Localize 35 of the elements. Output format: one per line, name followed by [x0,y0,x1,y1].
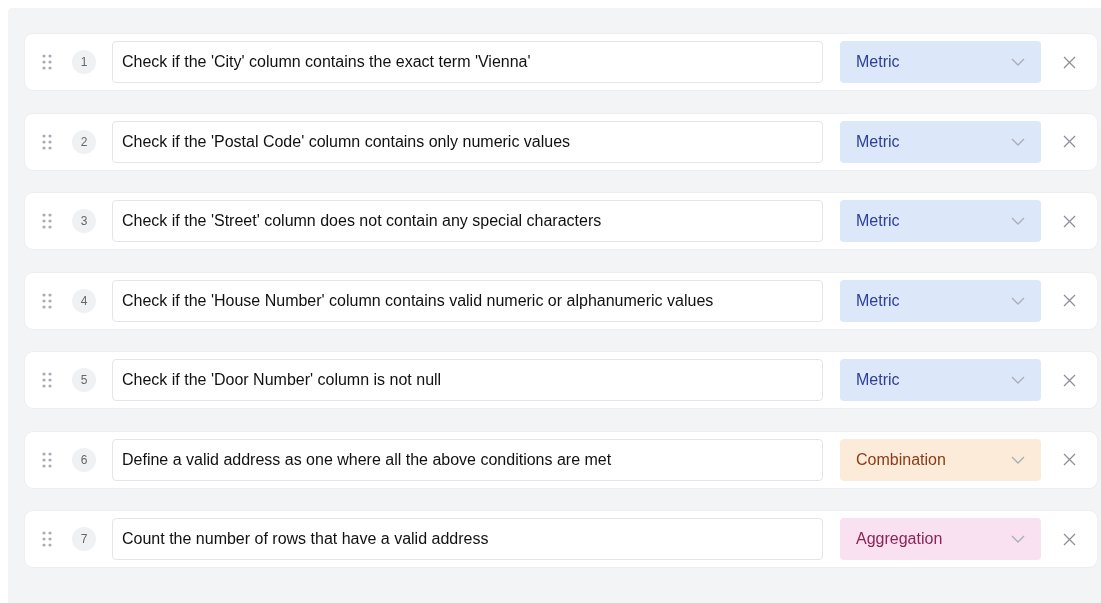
step-number: 6 [72,447,96,472]
type-dropdown[interactable]: Metric [840,279,1041,322]
step-input-field[interactable]: Check if the 'Street' column does not contain any special characters [112,200,823,242]
step-number: 3 [72,209,96,233]
drag-handle-icon[interactable] [42,451,52,468]
chevron-down-icon [1011,376,1025,384]
step-input-field[interactable]: Check if the 'City' column contains the exact term 'Vienna' [112,41,823,83]
drag-handle-icon[interactable] [42,213,52,229]
chevron-down-icon [1011,296,1025,305]
drag-handle-icon[interactable] [42,372,52,388]
step-input-field[interactable]: Define a valid address as one where all the above conditions are met [112,438,823,481]
step-input-field[interactable]: Check if the 'Postal Code' column contains only numeric values [112,120,823,163]
step-input-field[interactable]: Check if the 'House Number' column contains valid numeric or alphanumeric values [112,279,823,322]
step-number: 5 [72,368,96,392]
drag-handle-icon[interactable] [42,531,52,547]
type-dropdown[interactable]: Metric [840,200,1041,242]
step-input-field[interactable]: Check if the 'Door Number' column is not null [112,359,823,401]
type-dropdown[interactable]: Aggregation [840,518,1041,560]
step-number: 7 [72,527,96,551]
type-dropdown[interactable]: Combination [840,438,1041,481]
type-dropdown[interactable]: Metric [840,41,1041,83]
chevron-down-icon [1011,535,1025,543]
type-dropdown[interactable]: Metric [840,120,1041,163]
type-dropdown[interactable]: Metric [840,359,1041,401]
step-number: 1 [72,50,96,74]
step-number: 2 [72,129,96,154]
step-input-field[interactable]: Count the number of rows that have a valid address [112,518,823,560]
drag-handle-icon[interactable] [42,133,52,150]
drag-handle-icon[interactable] [42,54,52,70]
step-number: 4 [72,288,96,313]
chevron-down-icon [1011,455,1025,464]
chevron-down-icon [1011,217,1025,225]
chevron-down-icon [1011,58,1025,66]
chevron-down-icon [1011,137,1025,146]
drag-handle-icon[interactable] [42,292,52,309]
